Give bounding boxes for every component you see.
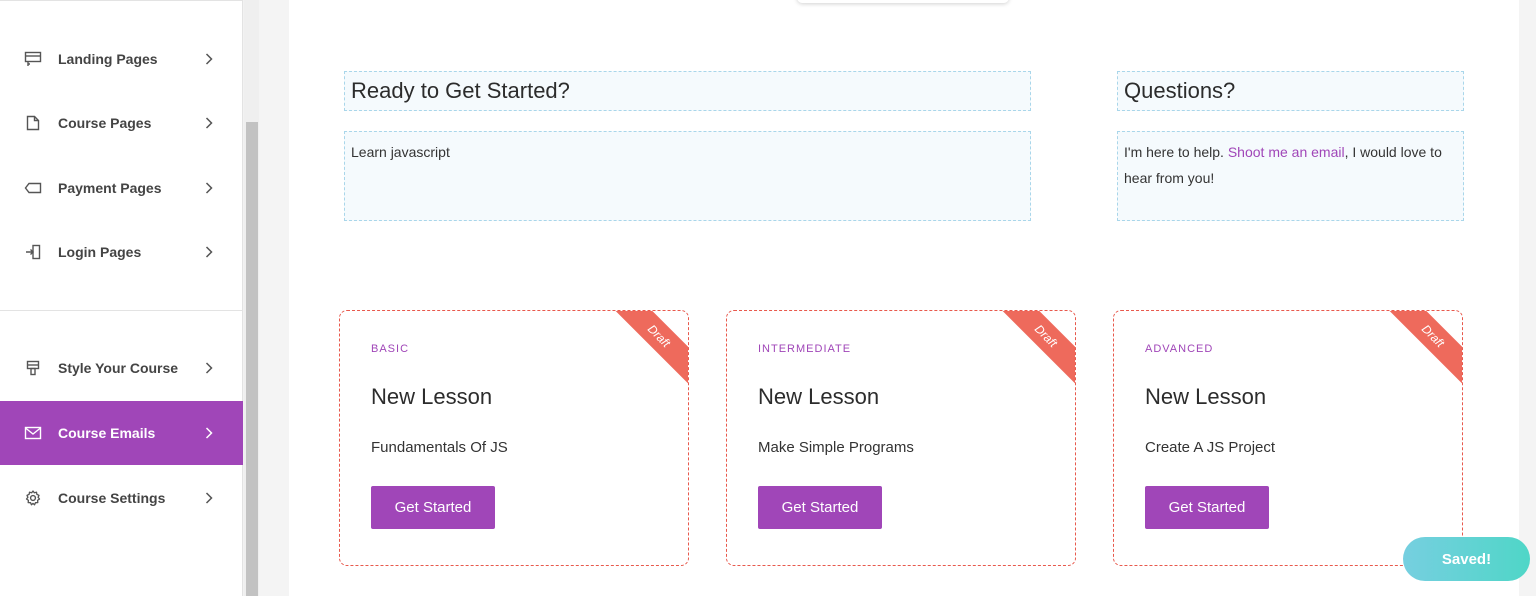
lesson-card-advanced[interactable]: Draft ADVANCED New Lesson Create A JS Pr… [1113, 310, 1463, 566]
chevron-right-icon [202, 245, 216, 259]
ready-heading[interactable]: Ready to Get Started? [344, 71, 1031, 111]
floating-toolbar[interactable] [797, 0, 1009, 3]
lesson-description[interactable]: Make Simple Programs [758, 439, 914, 456]
gear-icon [23, 488, 43, 508]
document-icon [23, 113, 43, 133]
lesson-level: BASIC [371, 343, 410, 355]
chevron-right-icon [202, 116, 216, 130]
envelope-icon [23, 423, 43, 443]
sidebar-item-label: Course Settings [58, 490, 166, 506]
sidebar-item-label: Course Pages [58, 115, 152, 131]
sidebar-item-label: Login Pages [58, 244, 142, 260]
get-started-button[interactable]: Get Started [1145, 486, 1269, 529]
sidebar-item-payment-pages[interactable]: Payment Pages [0, 156, 243, 220]
sidebar-item-course-emails[interactable]: Course Emails [0, 401, 243, 465]
chevron-right-icon [202, 426, 216, 440]
landing-page-icon [23, 49, 43, 69]
chevron-right-icon [202, 181, 216, 195]
sidebar-item-label: Course Emails [58, 425, 156, 441]
questions-heading[interactable]: Questions? [1117, 71, 1464, 111]
sidebar-item-label: Style Your Course [58, 360, 179, 376]
email-link[interactable]: Shoot me an email [1228, 144, 1345, 160]
get-started-button[interactable]: Get Started [371, 486, 495, 529]
ready-text[interactable]: Learn javascript [344, 131, 1031, 221]
chevron-right-icon [202, 491, 216, 505]
sidebar-item-course-pages[interactable]: Course Pages [0, 91, 243, 155]
sidebar-item-label: Payment Pages [58, 180, 162, 196]
saved-toast: Saved! [1403, 537, 1530, 581]
sidebar-item-label: Landing Pages [58, 51, 158, 67]
sidebar-item-course-settings[interactable]: Course Settings [0, 466, 243, 530]
sidebar-item-landing-pages[interactable]: Landing Pages [0, 27, 243, 91]
draft-ribbon: Draft [997, 311, 1075, 385]
sidebar-item-login-pages[interactable]: Login Pages [0, 220, 243, 284]
draft-ribbon: Draft [1384, 311, 1462, 385]
chevron-right-icon [202, 52, 216, 66]
draft-ribbon: Draft [610, 311, 688, 385]
lesson-level: ADVANCED [1145, 343, 1214, 355]
lesson-description[interactable]: Create A JS Project [1145, 439, 1275, 456]
canvas-gutter [259, 0, 289, 596]
sidebar-item-style-your-course[interactable]: Style Your Course [0, 336, 243, 400]
sidebar: Landing Pages Course Pages Payment Pages… [0, 0, 243, 596]
lesson-title[interactable]: New Lesson [1145, 384, 1266, 410]
lesson-card-intermediate[interactable]: Draft INTERMEDIATE New Lesson Make Simpl… [726, 310, 1076, 566]
canvas-right-gutter [1519, 0, 1536, 596]
sidebar-scrollbar-thumb[interactable] [246, 122, 258, 596]
lesson-card-basic[interactable]: Draft BASIC New Lesson Fundamentals Of J… [339, 310, 689, 566]
tag-icon [23, 178, 43, 198]
lesson-level: INTERMEDIATE [758, 343, 852, 355]
questions-text-before: I'm here to help. [1124, 144, 1228, 160]
lesson-title[interactable]: New Lesson [758, 384, 879, 410]
sidebar-divider [0, 310, 243, 311]
chevron-right-icon [202, 361, 216, 375]
lesson-description[interactable]: Fundamentals Of JS [371, 439, 508, 456]
lesson-title[interactable]: New Lesson [371, 384, 492, 410]
get-started-button[interactable]: Get Started [758, 486, 882, 529]
login-icon [23, 242, 43, 262]
questions-text[interactable]: I'm here to help. Shoot me an email, I w… [1117, 131, 1464, 221]
paintbrush-icon [23, 358, 43, 378]
sidebar-top-divider [0, 0, 243, 1]
